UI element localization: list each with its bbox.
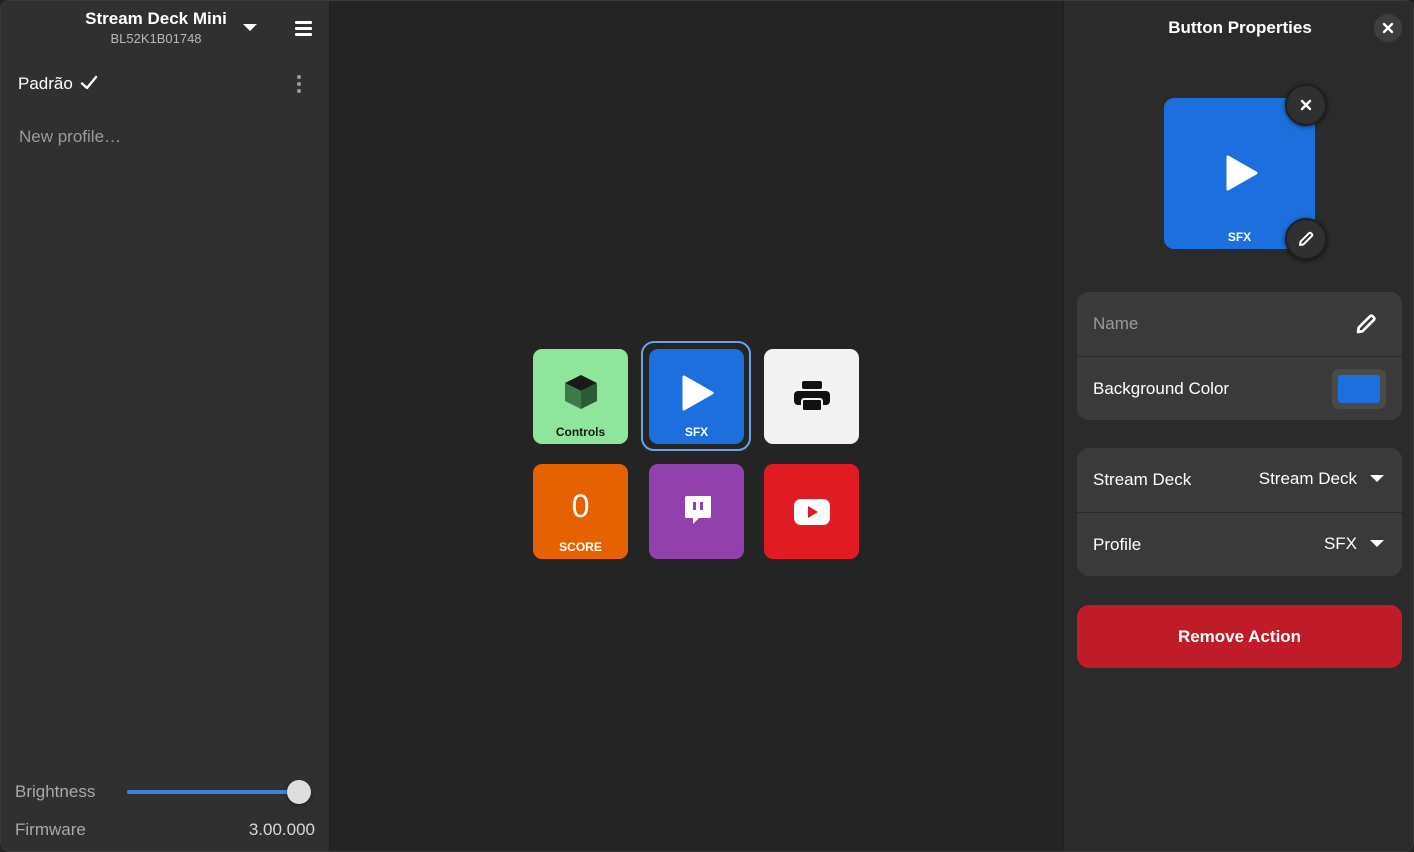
close-icon bbox=[1300, 99, 1312, 111]
device-dropdown-button[interactable] bbox=[239, 17, 261, 39]
check-icon bbox=[80, 75, 98, 90]
color-picker-button[interactable] bbox=[1332, 369, 1386, 409]
caret-down-icon bbox=[243, 24, 257, 31]
deck-key-twitch[interactable] bbox=[649, 464, 744, 559]
deck-key-youtube[interactable] bbox=[764, 464, 859, 559]
twitch-icon bbox=[684, 495, 711, 524]
firmware-value: 3.00.000 bbox=[248, 820, 315, 839]
play-icon bbox=[682, 375, 713, 410]
key-label: SCORE bbox=[559, 540, 602, 554]
appearance-card: Name Background Color bbox=[1077, 292, 1402, 420]
profile-name: Padrão bbox=[18, 74, 73, 93]
new-profile-input[interactable]: New profile… bbox=[19, 127, 121, 147]
name-row[interactable]: Name bbox=[1077, 292, 1402, 356]
slider-track bbox=[127, 790, 300, 794]
cube-icon bbox=[564, 374, 597, 409]
brightness-label: Brightness bbox=[15, 782, 96, 801]
deck-key-controls[interactable]: Controls bbox=[533, 349, 628, 444]
remove-action-button[interactable]: Remove Action bbox=[1077, 605, 1402, 668]
brightness-slider[interactable] bbox=[127, 780, 317, 804]
stream-deck-row[interactable]: Stream Deck Stream Deck bbox=[1077, 448, 1402, 512]
pencil-icon[interactable] bbox=[1354, 312, 1378, 336]
app-window: Stream Deck Mini BL52K1B01748 Padrão New… bbox=[0, 0, 1414, 852]
device-serial: BL52K1B01748 bbox=[110, 31, 202, 46]
caret-down-icon[interactable] bbox=[1369, 536, 1385, 552]
background-color-row: Background Color bbox=[1077, 356, 1402, 420]
color-swatch bbox=[1338, 375, 1380, 403]
score-value: 0 bbox=[571, 488, 590, 524]
stream-deck-label: Stream Deck bbox=[1093, 470, 1192, 489]
key-label: SFX bbox=[684, 425, 709, 439]
action-card: Stream Deck Stream Deck Profile SFX bbox=[1077, 448, 1402, 576]
deck-key-printer[interactable] bbox=[764, 349, 859, 444]
play-icon bbox=[1226, 155, 1258, 191]
profile-row[interactable]: Profile SFX bbox=[1077, 512, 1402, 576]
printer-icon bbox=[793, 380, 830, 412]
name-field[interactable]: Name bbox=[1093, 314, 1138, 334]
sidebar: Stream Deck Mini BL52K1B01748 Padrão New… bbox=[1, 1, 330, 851]
background-color-label: Background Color bbox=[1093, 378, 1230, 398]
close-icon bbox=[1382, 22, 1394, 34]
caret-down-icon[interactable] bbox=[1369, 471, 1385, 487]
hamburger-icon bbox=[295, 21, 312, 24]
deck-key-score[interactable]: 0 SCORE bbox=[533, 464, 628, 559]
profile-label: Profile bbox=[1093, 534, 1142, 554]
profile-select[interactable]: SFX bbox=[1324, 534, 1357, 554]
kebab-icon bbox=[297, 75, 301, 79]
stream-deck-select[interactable]: Stream Deck bbox=[1259, 469, 1357, 489]
button-properties-panel: Button Properties SFX Name Background Co… bbox=[1063, 1, 1413, 851]
remove-image-button[interactable] bbox=[1285, 84, 1327, 126]
slider-knob[interactable] bbox=[287, 780, 312, 804]
panel-title: Button Properties bbox=[1168, 18, 1312, 37]
profile-options-button[interactable] bbox=[289, 71, 309, 97]
device-name: Stream Deck Mini bbox=[85, 9, 227, 28]
edit-image-button[interactable] bbox=[1285, 218, 1327, 260]
profile-item-default[interactable]: Padrão bbox=[1, 63, 330, 105]
youtube-icon bbox=[793, 498, 830, 525]
pencil-icon bbox=[1299, 231, 1314, 246]
key-label: Controls bbox=[555, 425, 606, 439]
deck-key-sfx[interactable]: SFX bbox=[649, 349, 744, 444]
close-panel-button[interactable] bbox=[1374, 14, 1402, 42]
main-menu-button[interactable] bbox=[291, 16, 317, 40]
device-header: Stream Deck Mini BL52K1B01748 bbox=[1, 1, 330, 57]
firmware-label: Firmware bbox=[15, 820, 86, 839]
